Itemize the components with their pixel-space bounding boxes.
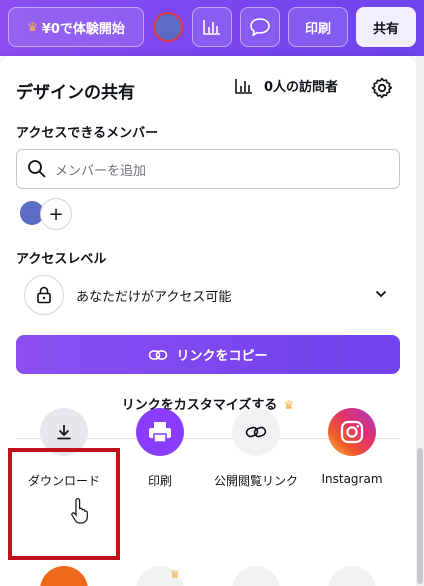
gear-icon[interactable] bbox=[370, 76, 394, 100]
panel-title: デザインの共有 bbox=[16, 83, 135, 103]
copy-link-label: リンクをコピー bbox=[176, 349, 268, 364]
access-level-label: アクセスレベル bbox=[16, 252, 107, 267]
top-bar: ♛ ¥0で体験開始 印刷 共有 bbox=[0, 0, 424, 56]
lock-icon-wrapper bbox=[24, 275, 64, 315]
share-option-label: 印刷 bbox=[147, 474, 172, 488]
scrollbar-thumb[interactable] bbox=[417, 448, 423, 584]
share-option-label: 公開閲覧リンク bbox=[213, 474, 298, 488]
user-avatar[interactable] bbox=[153, 12, 183, 42]
print-button[interactable]: 印刷 bbox=[288, 7, 348, 47]
add-member-input[interactable]: メンバーを追加 bbox=[16, 149, 400, 189]
hand-cursor-icon bbox=[71, 498, 88, 524]
share-option-public-link[interactable]: 公開閲覧リンク bbox=[208, 408, 304, 489]
search-icon bbox=[28, 160, 46, 178]
free-trial-label: ¥0で体験開始 bbox=[41, 21, 125, 37]
access-level-dropdown[interactable]: あなただけがアクセス可能 bbox=[16, 270, 400, 320]
link-icon bbox=[232, 408, 280, 456]
visitors-count: 0人の訪問者 bbox=[264, 80, 339, 95]
instagram-icon bbox=[328, 408, 376, 456]
link-icon bbox=[149, 349, 168, 360]
crown-icon: ♛ bbox=[170, 568, 180, 581]
crown-icon: ♛ bbox=[27, 20, 38, 34]
access-level-value: あなただけがアクセス可能 bbox=[76, 289, 232, 305]
chevron-down-icon bbox=[375, 290, 387, 298]
insights-button[interactable] bbox=[192, 7, 232, 47]
free-trial-button[interactable]: ♛ ¥0で体験開始 bbox=[8, 7, 144, 47]
share-option-print[interactable]: 印刷 bbox=[112, 408, 208, 489]
share-button[interactable]: 共有 bbox=[356, 7, 416, 47]
visitors-button[interactable]: 0人の訪問者 bbox=[234, 76, 338, 95]
highlight-box bbox=[8, 448, 120, 560]
search-placeholder: メンバーを追加 bbox=[55, 163, 147, 179]
bar-chart-icon bbox=[235, 78, 252, 94]
comment-button[interactable] bbox=[240, 7, 280, 47]
add-member-button[interactable]: + bbox=[40, 198, 72, 230]
lock-icon bbox=[37, 286, 51, 304]
printer-icon bbox=[136, 408, 184, 456]
share-option-label: Instagram bbox=[321, 472, 383, 486]
share-option-instagram[interactable]: Instagram bbox=[304, 408, 400, 486]
copy-link-button[interactable]: リンクをコピー bbox=[16, 335, 400, 374]
plus-icon: + bbox=[48, 203, 64, 225]
bar-chart-icon bbox=[203, 20, 220, 35]
comment-icon bbox=[250, 18, 270, 37]
members-label: アクセスできるメンバー bbox=[16, 126, 159, 141]
